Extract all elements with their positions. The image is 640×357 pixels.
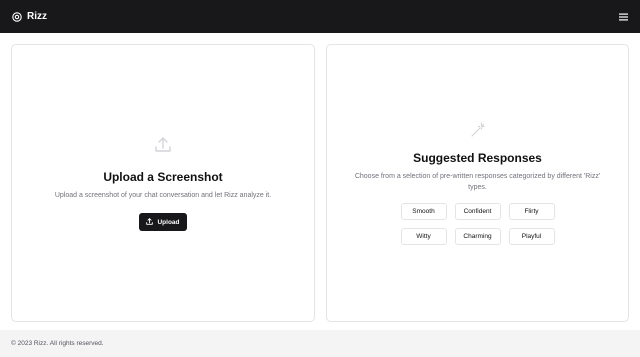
upload-icon xyxy=(153,135,173,160)
response-type-confident-button[interactable]: Confident xyxy=(454,203,501,220)
footer: © 2023 Rizz. All rights reserved. xyxy=(0,330,640,357)
main-content: Upload a Screenshot Upload a screenshot … xyxy=(0,33,640,330)
response-type-flirty-button[interactable]: Flirty xyxy=(508,203,555,220)
response-type-smooth-button[interactable]: Smooth xyxy=(400,203,447,220)
upload-description: Upload a screenshot of your chat convers… xyxy=(54,191,272,199)
brand-name: Rizz xyxy=(27,11,47,22)
suggested-title: Suggested Responses xyxy=(413,151,542,165)
response-type-witty-button[interactable]: Witty xyxy=(400,228,447,245)
upload-card: Upload a Screenshot Upload a screenshot … xyxy=(11,44,315,322)
upload-title: Upload a Screenshot xyxy=(103,169,223,184)
suggested-responses-card: Suggested Responses Choose from a select… xyxy=(326,44,629,322)
response-type-grid: Smooth Confident Flirty Witty Charming P… xyxy=(400,203,555,245)
magic-wand-icon xyxy=(469,121,487,144)
upload-icon xyxy=(146,217,154,227)
upload-button[interactable]: Upload xyxy=(139,213,187,232)
footer-copyright: © 2023 Rizz. All rights reserved. xyxy=(11,340,104,347)
upload-button-label: Upload xyxy=(157,218,180,226)
suggested-description: Choose from a selection of pre-written r… xyxy=(354,173,601,191)
top-nav-bar: Rizz xyxy=(0,0,640,33)
response-type-playful-button[interactable]: Playful xyxy=(508,228,555,245)
target-icon xyxy=(12,11,22,22)
brand-link[interactable]: Rizz xyxy=(12,11,47,22)
response-type-charming-button[interactable]: Charming xyxy=(454,228,501,245)
hamburger-menu-icon[interactable] xyxy=(619,13,628,21)
